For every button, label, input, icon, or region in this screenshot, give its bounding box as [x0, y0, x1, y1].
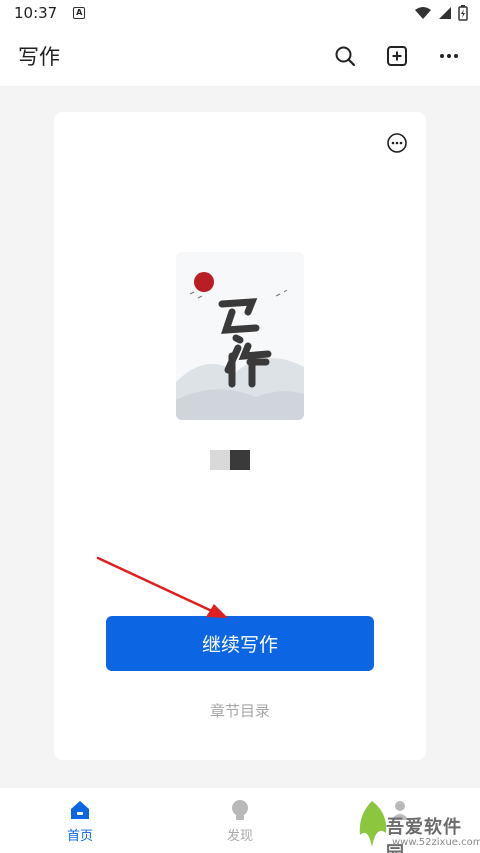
- add-button[interactable]: [384, 43, 410, 69]
- tab-discover[interactable]: 发现: [200, 798, 280, 844]
- status-indicators: [414, 5, 468, 21]
- site-watermark: 吾爱软件园 www.52zixue.com: [352, 793, 480, 853]
- continue-writing-button[interactable]: 继续写作: [106, 616, 374, 671]
- lightbulb-icon: [232, 800, 248, 820]
- cell-signal-icon: [439, 7, 451, 19]
- status-bar: 10:37 A: [0, 0, 480, 26]
- book-card: 继续写作 章节目录: [54, 112, 426, 760]
- search-icon: [335, 46, 356, 67]
- tab-home-label: 首页: [66, 829, 93, 844]
- more-circle-icon: [387, 133, 407, 153]
- book-cover-illustration: [176, 252, 304, 420]
- main-content: 继续写作 章节目录: [0, 86, 480, 788]
- status-time: 10:37: [14, 4, 58, 22]
- battery-icon: [458, 5, 468, 21]
- card-more-button[interactable]: [386, 132, 408, 154]
- watermark-url: www.52zixue.com: [392, 837, 480, 848]
- more-options-button[interactable]: [436, 43, 462, 69]
- home-icon: [71, 801, 89, 819]
- search-button[interactable]: [332, 43, 358, 69]
- notification-badge-icon: A: [73, 7, 86, 19]
- book-title-redacted: [210, 450, 250, 470]
- page-title: 写作: [18, 45, 60, 69]
- book-cover[interactable]: [176, 252, 304, 420]
- redacted-block: [210, 450, 230, 470]
- add-square-icon: [387, 46, 407, 66]
- redacted-block: [230, 450, 250, 470]
- tab-home[interactable]: 首页: [40, 798, 120, 844]
- chapter-list-link[interactable]: 章节目录: [54, 700, 426, 721]
- wifi-icon: [415, 7, 431, 19]
- tab-discover-label: 发现: [226, 829, 253, 844]
- app-bar: 写作: [0, 26, 480, 86]
- more-horizontal-icon: [440, 54, 458, 58]
- app-bar-actions: [332, 43, 462, 69]
